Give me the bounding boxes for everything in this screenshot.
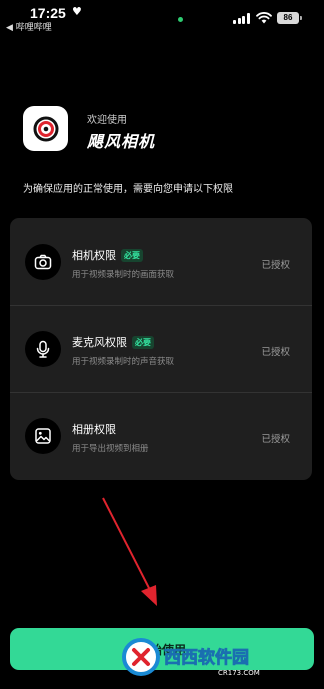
wifi-icon	[256, 12, 272, 24]
battery-icon: 86	[277, 12, 302, 24]
permission-card: 相机权限 必要 用于视频录制时的画面获取 已授权 麦克风权限 必要 用于视频录制…	[10, 218, 312, 480]
camera-lens-icon	[23, 106, 68, 151]
svg-text:CR173.COM: CR173.COM	[218, 669, 260, 677]
permission-item-camera[interactable]: 相机权限 必要 用于视频录制时的画面获取 已授权	[10, 218, 312, 305]
permission-item-album[interactable]: 相册权限 用于导出视频到相册 已授权	[10, 392, 312, 479]
camera-icon	[25, 244, 61, 280]
permission-item-microphone[interactable]: 麦克风权限 必要 用于视频录制时的声音获取 已授权	[10, 305, 312, 392]
permission-intro-text: 为确保应用的正常使用，需要向您申请以下权限	[23, 184, 233, 195]
permission-description: 用于视频录制时的画面获取	[72, 270, 175, 280]
microphone-icon	[25, 331, 61, 367]
permission-status: 已授权	[261, 260, 290, 271]
watermark-logo: 西西软件园 CR173.COM	[122, 638, 260, 677]
heart-icon: ♥	[72, 5, 82, 18]
permission-title: 麦克风权限	[72, 336, 127, 349]
svg-text:西西软件园: 西西软件园	[164, 647, 249, 668]
status-bar: 17:25 ♥ ◀ 哔哩哔哩 86	[0, 0, 324, 34]
required-badge: 必要	[121, 248, 143, 262]
status-time: 17:25	[30, 5, 66, 21]
app-name: 飓风相机	[87, 132, 156, 151]
permission-description: 用于视频录制时的声音获取	[72, 357, 175, 367]
cellular-signal-icon	[233, 13, 250, 24]
permission-status: 已授权	[261, 434, 290, 445]
permission-title: 相机权限	[72, 249, 116, 262]
permission-title: 相册权限	[72, 423, 116, 436]
mic-indicator-dot	[178, 17, 183, 22]
permission-description: 用于导出视频到相册	[72, 444, 149, 454]
back-to-app-link[interactable]: ◀ 哔哩哔哩	[6, 20, 52, 33]
required-badge: 必要	[132, 335, 154, 349]
permission-status: 已授权	[261, 347, 290, 358]
photo-album-icon	[25, 418, 61, 454]
welcome-text: 欢迎使用	[87, 115, 127, 126]
